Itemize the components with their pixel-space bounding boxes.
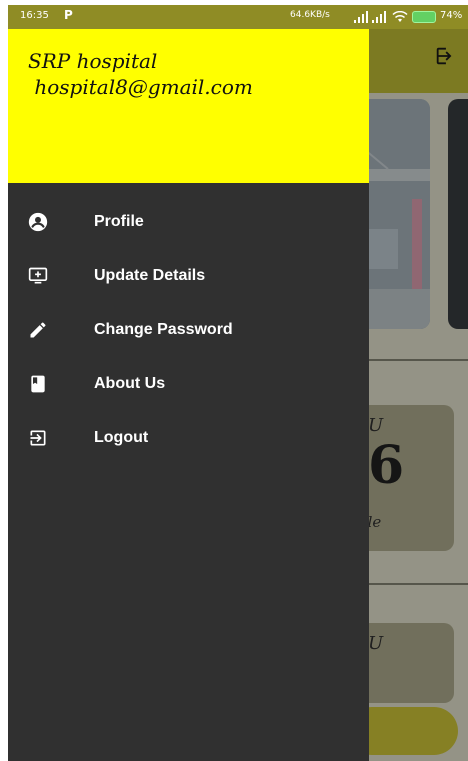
- menu-item-label: About Us: [94, 375, 166, 392]
- book-icon: [31, 375, 45, 393]
- menu-item-label: Profile: [94, 213, 144, 230]
- menu-item-profile[interactable]: Profile: [8, 195, 369, 249]
- wifi-icon: [392, 11, 408, 22]
- drawer-menu: Profile Update Details Change Password A…: [8, 195, 369, 465]
- battery-percent: 74%: [440, 10, 463, 21]
- monitor-add-icon: [28, 267, 48, 284]
- parking-icon: P: [64, 8, 73, 22]
- battery-icon: [412, 11, 436, 23]
- signal-icon: [372, 11, 386, 23]
- drawer-header: SRP hospital hospital8@gmail.com: [8, 29, 369, 183]
- menu-item-label: Logout: [94, 429, 149, 446]
- menu-item-update-details[interactable]: Update Details: [8, 249, 369, 303]
- pencil-icon: [30, 322, 46, 338]
- status-time: 16:35: [20, 10, 49, 21]
- menu-item-label: Update Details: [94, 267, 206, 284]
- network-speed: 64.6KB/s: [290, 10, 330, 20]
- phone-screen: U 6 ble U 16:35 P 64.6KB/s 74% SRP hospi…: [8, 5, 468, 761]
- menu-item-logout[interactable]: Logout: [8, 411, 369, 465]
- menu-item-about-us[interactable]: About Us: [8, 357, 369, 411]
- status-bar: 16:35 P 64.6KB/s 74%: [8, 5, 468, 29]
- menu-item-change-password[interactable]: Change Password: [8, 303, 369, 357]
- account-circle-icon: [28, 212, 48, 232]
- navigation-drawer: SRP hospital hospital8@gmail.com Profile: [8, 5, 369, 761]
- hospital-email: hospital8@gmail.com: [28, 75, 253, 99]
- logout-icon: [30, 430, 46, 446]
- signal-icon: [354, 11, 368, 23]
- hospital-name: SRP hospital: [28, 49, 158, 73]
- menu-item-label: Change Password: [94, 321, 233, 338]
